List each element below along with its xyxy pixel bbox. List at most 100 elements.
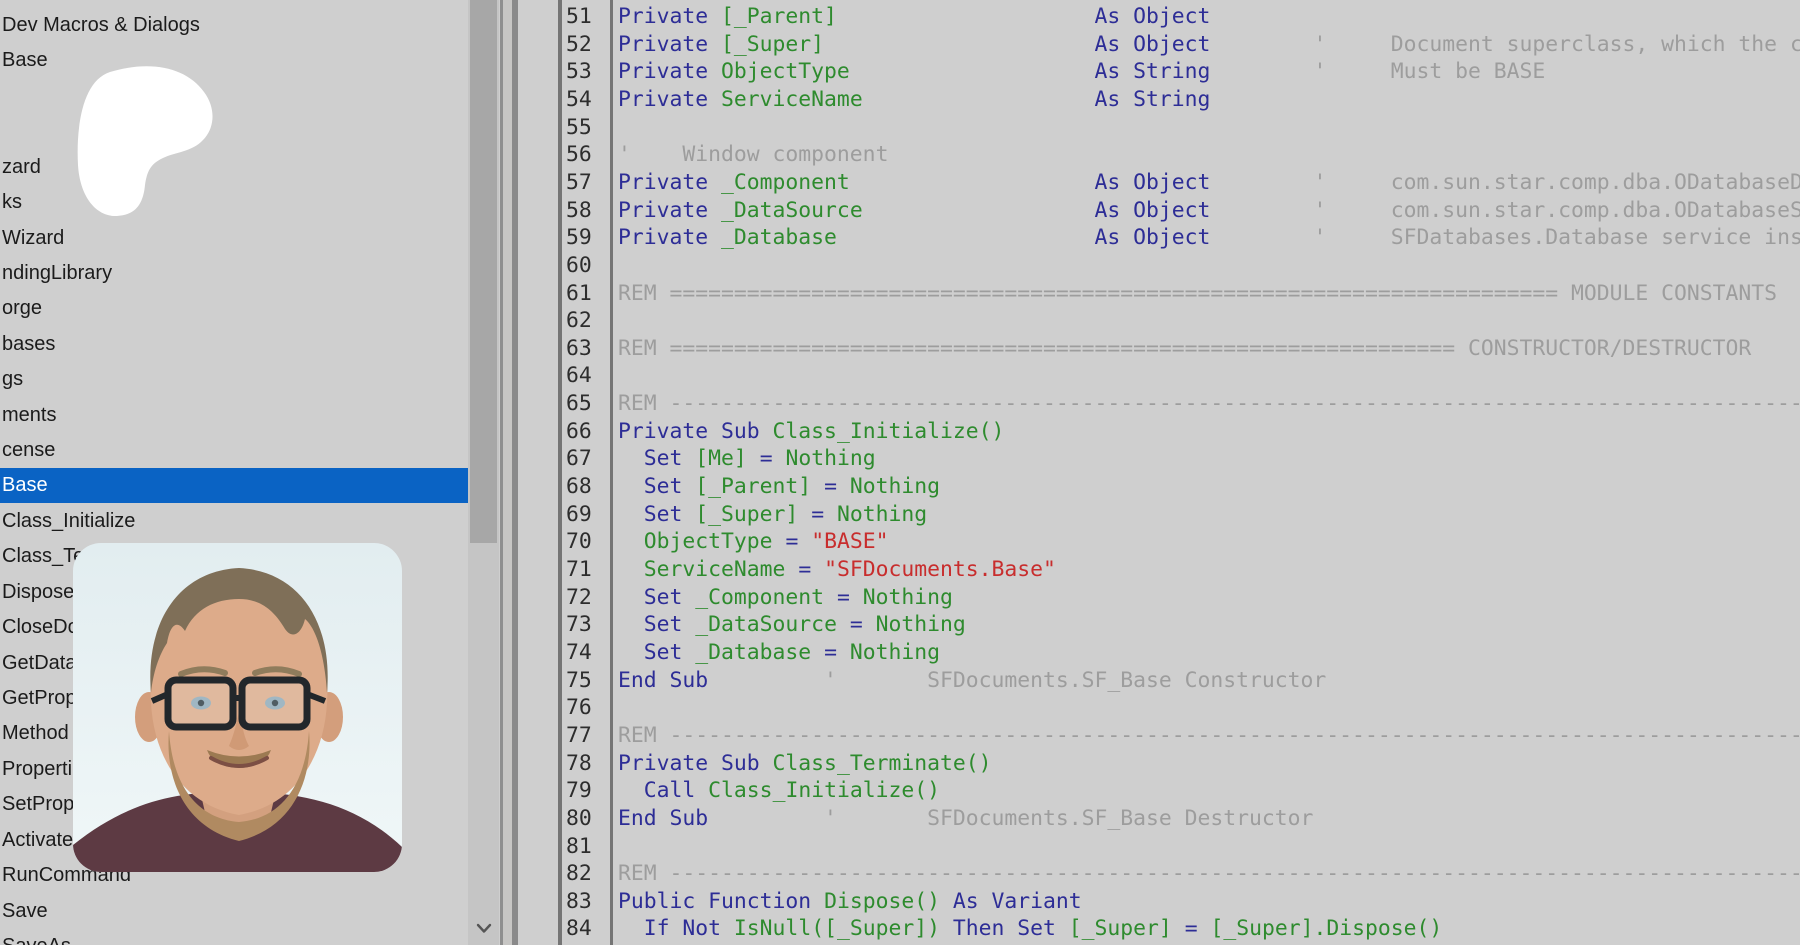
tree-item-label: bases xyxy=(2,333,55,355)
line-number: 65 xyxy=(566,390,592,418)
tree-item-label: Dev Macros & Dialogs xyxy=(2,14,200,36)
line-number: 80 xyxy=(566,805,592,833)
code-segment-kw: As Object xyxy=(1095,32,1211,57)
code-segment-id: Nothing xyxy=(850,474,940,499)
code-segment-kw: Private xyxy=(618,170,721,195)
tree-scrollbar[interactable] xyxy=(468,0,499,945)
code-segment-id: ServiceName xyxy=(644,557,799,582)
tree-item-wizard[interactable]: Wizard xyxy=(0,221,468,256)
tree-item-blank[interactable] xyxy=(0,79,468,114)
tree-item-saveas[interactable]: SaveAs xyxy=(0,929,468,945)
tree-item-base[interactable]: Base xyxy=(0,468,468,503)
code-segment-kw: Private Sub xyxy=(618,419,773,444)
line-number: 76 xyxy=(566,694,592,722)
code-segment-id: Nothing xyxy=(785,446,875,471)
tree-item-base[interactable]: Base xyxy=(0,43,468,78)
code-segment-kw: Private xyxy=(618,198,721,223)
code-segment-kw: = xyxy=(798,557,824,582)
code-line-59: Private _Database As Object ' SFDatabase… xyxy=(618,224,1800,252)
code-segment-kw: = xyxy=(760,446,786,471)
tree-item-cense[interactable]: cense xyxy=(0,433,468,468)
code-segment-pl xyxy=(837,4,1095,29)
code-segment-id: [_Parent] xyxy=(721,4,837,29)
tree-item-ndinglibrary[interactable]: ndingLibrary xyxy=(0,256,468,291)
line-number: 67 xyxy=(566,445,592,473)
code-line-53: Private ObjectType As String ' Must be B… xyxy=(618,58,1545,86)
code-editor[interactable]: Private [_Parent] As ObjectPrivate [_Sup… xyxy=(613,0,1800,945)
line-number: 52 xyxy=(566,31,592,59)
code-line-79: Call Class_Initialize() xyxy=(618,777,940,805)
line-number: 60 xyxy=(566,252,592,280)
code-segment-str: "SFDocuments.Base" xyxy=(824,557,1056,582)
tree-item-label: Save xyxy=(2,900,48,922)
code-line-65: REM ------------------------------------… xyxy=(618,390,1800,418)
code-segment-kw: Set xyxy=(644,446,696,471)
code-segment-com: ' SFDocuments.SF_Base Constructor xyxy=(708,668,1326,693)
code-line-57: Private _Component As Object ' com.sun.s… xyxy=(618,169,1800,197)
tree-item-label: Dispose xyxy=(2,581,74,603)
code-segment-com: REM ------------------------------------… xyxy=(618,391,1800,416)
tree-item-label: Class_Te xyxy=(2,545,84,567)
tree-item-save[interactable]: Save xyxy=(0,894,468,929)
code-line-71: ServiceName = "SFDocuments.Base" xyxy=(618,556,1056,584)
code-segment-pl xyxy=(850,59,1095,84)
code-line-80: End Sub ' SFDocuments.SF_Base Destructor xyxy=(618,805,1313,833)
code-line-56: ' Window component xyxy=(618,141,888,169)
tree-item-label: SetProp xyxy=(2,793,74,815)
line-number: 73 xyxy=(566,611,592,639)
tree-item-label: Class_Initialize xyxy=(2,510,135,532)
tree-item-dev-macros-dialogs[interactable]: Dev Macros & Dialogs xyxy=(0,8,468,43)
tree-item-ks[interactable]: ks xyxy=(0,185,468,220)
code-segment-kw: Set xyxy=(644,585,696,610)
panel-splitter[interactable] xyxy=(499,0,562,945)
scroll-down-button[interactable] xyxy=(468,915,499,945)
line-number: 61 xyxy=(566,280,592,308)
line-number: 77 xyxy=(566,722,592,750)
code-line-77: REM ------------------------------------… xyxy=(618,722,1800,750)
tree-item-label: Properti xyxy=(2,758,72,780)
code-segment-id: Nothing xyxy=(850,640,940,665)
code-segment-pl xyxy=(618,778,644,803)
tree-item-ments[interactable]: ments xyxy=(0,398,468,433)
code-segment-pl xyxy=(618,502,644,527)
line-number: 54 xyxy=(566,86,592,114)
code-segment-pl xyxy=(863,198,1095,223)
code-line-51: Private [_Parent] As Object xyxy=(618,3,1210,31)
tree-item-label: gs xyxy=(2,368,23,390)
code-segment-id: Class_Initialize() xyxy=(708,778,940,803)
tree-item-class-initialize[interactable]: Class_Initialize xyxy=(0,504,468,539)
line-number: 66 xyxy=(566,418,592,446)
tree-item-label: cense xyxy=(2,439,55,461)
code-line-78: Private Sub Class_Terminate() xyxy=(618,750,991,778)
line-number: 79 xyxy=(566,777,592,805)
line-number: 58 xyxy=(566,197,592,225)
code-segment-pl xyxy=(850,170,1095,195)
tree-item-gs[interactable]: gs xyxy=(0,362,468,397)
tree-item-orge[interactable]: orge xyxy=(0,291,468,326)
tree-scrollbar-thumb[interactable] xyxy=(470,0,497,543)
line-number: 57 xyxy=(566,169,592,197)
code-segment-pl xyxy=(837,225,1095,250)
code-line-75: End Sub ' SFDocuments.SF_Base Constructo… xyxy=(618,667,1326,695)
tree-item-label: ks xyxy=(2,191,22,213)
tree-item-label: Wizard xyxy=(2,227,64,249)
code-line-63: REM ====================================… xyxy=(618,335,1751,363)
tree-item-bases[interactable]: bases xyxy=(0,327,468,362)
code-segment-kw: Call xyxy=(644,778,708,803)
code-line-74: Set _Database = Nothing xyxy=(618,639,940,667)
line-number: 74 xyxy=(566,639,592,667)
tree-item-zard[interactable]: zard xyxy=(0,150,468,185)
code-segment-com: ' SFDocuments.SF_Base Destructor xyxy=(708,806,1313,831)
code-segment-pl xyxy=(618,529,644,554)
code-segment-kw: Public Function xyxy=(618,889,824,914)
code-segment-kw: As String xyxy=(1095,59,1211,84)
tree-item-blank[interactable] xyxy=(0,114,468,149)
chevron-down-icon xyxy=(476,921,492,939)
code-line-67: Set [Me] = Nothing xyxy=(618,445,876,473)
line-number: 71 xyxy=(566,556,592,584)
code-segment-id: Dispose() xyxy=(824,889,940,914)
code-segment-pl xyxy=(618,557,644,582)
code-line-58: Private _DataSource As Object ' com.sun.… xyxy=(618,197,1800,225)
line-number-gutter[interactable]: 5152535455565758596061626364656667686970… xyxy=(562,0,610,945)
code-segment-id: Class_Terminate() xyxy=(773,751,992,776)
